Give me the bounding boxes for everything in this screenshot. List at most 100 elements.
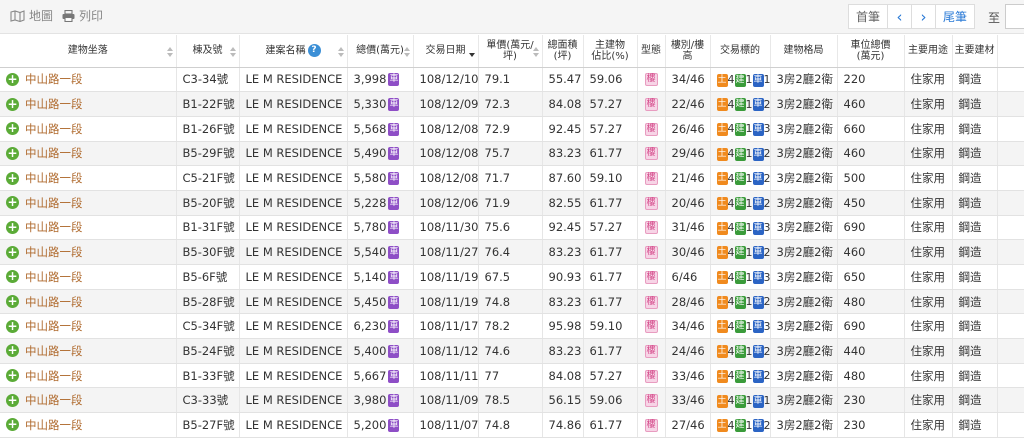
- goto-page-input[interactable]: [1005, 4, 1024, 29]
- col-parking-price[interactable]: 車位總價 (萬元): [837, 35, 905, 68]
- address-cell[interactable]: + 中山路一段: [6, 392, 175, 408]
- address-cell[interactable]: + 中山路一段: [6, 343, 175, 359]
- building-badge: 建: [734, 73, 746, 87]
- address-cell[interactable]: + 中山路一段: [6, 417, 175, 433]
- expand-plus-icon[interactable]: +: [6, 369, 19, 383]
- parking-badge: 車: [752, 394, 764, 408]
- sort-icon: [532, 47, 539, 57]
- expand-plus-icon[interactable]: +: [6, 220, 19, 234]
- col-date[interactable]: 交易日期: [413, 35, 479, 68]
- address-cell[interactable]: + 中山路一段: [6, 294, 175, 310]
- floor-cell: 6/46: [671, 269, 698, 284]
- table-row[interactable]: + 中山路一段 B5-20F號 LE M RESIDENCE 5,228 車 108/12/…: [0, 190, 1024, 216]
- table-row[interactable]: + 中山路一段 B5-6F號 LE M RESIDENCE 5,140 車 108/11/1…: [0, 264, 1024, 290]
- table-row[interactable]: + 中山路一段 C3-33號 LE M RESIDENCE 3,980 車 108/11/0…: [0, 387, 1024, 414]
- col-extra: [997, 35, 1024, 68]
- col-unit-price[interactable]: 單價(萬元/坪): [478, 35, 543, 68]
- parking-price-cell: 480: [843, 368, 866, 383]
- col-tx-target[interactable]: 交易標的: [710, 35, 771, 68]
- expand-plus-icon[interactable]: +: [6, 393, 19, 407]
- project-cell: LE M RESIDENCE: [245, 368, 343, 383]
- col-address[interactable]: 建物坐落: [0, 35, 177, 68]
- table-row[interactable]: + 中山路一段 B5-28F號 LE M RESIDENCE 5,450 車 108/11/…: [0, 289, 1024, 315]
- table-row[interactable]: + 中山路一段 C3-34號 LE M RESIDENCE 3,998 車 108/12/1…: [0, 67, 1024, 93]
- address-cell[interactable]: + 中山路一段: [6, 195, 175, 211]
- col-floor[interactable]: 樓別/樓高: [665, 35, 711, 68]
- building-badge: 建: [734, 122, 746, 136]
- col-layout[interactable]: 建物格局: [770, 35, 838, 68]
- expand-plus-icon[interactable]: +: [6, 72, 19, 86]
- table-row[interactable]: + 中山路一段 B1-33F號 LE M RESIDENCE 5,667 車 108/11/…: [0, 363, 1024, 389]
- address-cell[interactable]: + 中山路一段: [6, 121, 175, 137]
- col-area[interactable]: 總面積 (坪): [542, 35, 584, 68]
- address-cell[interactable]: + 中山路一段: [6, 170, 175, 186]
- expand-plus-icon[interactable]: +: [6, 344, 19, 358]
- address-cell[interactable]: + 中山路一段: [6, 71, 175, 87]
- help-icon[interactable]: ?: [307, 44, 321, 58]
- address-cell[interactable]: + 中山路一段: [6, 219, 175, 235]
- usage-cell: 住家用: [910, 121, 946, 136]
- total-price-cell: 3,998: [353, 72, 387, 87]
- expand-plus-icon[interactable]: +: [6, 146, 19, 160]
- next-page-icon[interactable]: ›: [911, 4, 936, 29]
- col-material[interactable]: 主要建材: [952, 35, 998, 68]
- expand-plus-icon[interactable]: +: [6, 270, 19, 284]
- table-row[interactable]: + 中山路一段 B5-29F號 LE M RESIDENCE 5,490 車 108/12/…: [0, 141, 1024, 167]
- building-badge: 建: [734, 246, 746, 260]
- parking-included-badge: 車: [388, 98, 400, 112]
- address-cell[interactable]: + 中山路一段: [6, 318, 175, 334]
- table-row[interactable]: + 中山路一段 B5-30F號 LE M RESIDENCE 5,540 車 108/11/…: [0, 239, 1024, 265]
- expand-plus-icon[interactable]: +: [6, 295, 19, 309]
- address-cell[interactable]: + 中山路一段: [6, 145, 175, 161]
- expand-plus-icon[interactable]: +: [6, 171, 19, 185]
- expand-plus-icon[interactable]: +: [6, 196, 19, 210]
- layout-cell: 3房2廳2衛: [776, 319, 833, 334]
- layout-cell: 3房2廳2衛: [776, 343, 833, 358]
- table-row[interactable]: + 中山路一段 B1-31F號 LE M RESIDENCE 5,780 車 108/11/…: [0, 215, 1024, 241]
- unit-cell: C3-34號: [182, 72, 229, 87]
- parking-price-cell: 460: [843, 245, 866, 260]
- col-type[interactable]: 型態: [637, 35, 666, 68]
- print-button[interactable]: 列印: [62, 9, 103, 23]
- col-usage[interactable]: 主要用途: [904, 35, 953, 68]
- parking-price-cell: 690: [843, 220, 866, 235]
- col-main-ratio[interactable]: 主建物 佔比(%): [583, 35, 638, 68]
- layout-cell: 3房2廳2衛: [776, 417, 833, 432]
- parking-price-cell: 440: [843, 343, 866, 358]
- address-cell[interactable]: + 中山路一段: [6, 96, 175, 112]
- address-cell[interactable]: + 中山路一段: [6, 244, 175, 260]
- table-row[interactable]: + 中山路一段 B5-24F號 LE M RESIDENCE 5,400 車 108/11/…: [0, 338, 1024, 364]
- first-page-button[interactable]: 首筆: [848, 4, 888, 29]
- building-badge: 建: [734, 394, 746, 408]
- expand-plus-icon[interactable]: +: [6, 418, 19, 432]
- table-row[interactable]: + 中山路一段 B1-22F號 LE M RESIDENCE 5,330 車 108/12/…: [0, 91, 1024, 117]
- unit-price-cell: 71.9: [484, 195, 511, 210]
- col-total-price[interactable]: 總價(萬元): [347, 35, 414, 68]
- expand-plus-icon[interactable]: +: [6, 245, 19, 259]
- expand-plus-icon[interactable]: +: [6, 319, 19, 333]
- main-ratio-cell: 61.77: [589, 146, 623, 161]
- land-badge: 土: [716, 394, 728, 408]
- main-ratio-cell: 57.27: [589, 368, 623, 383]
- parking-price-cell: 650: [843, 269, 866, 284]
- floor-cell: 27/46: [671, 417, 705, 432]
- table-row[interactable]: + 中山路一段 B1-26F號 LE M RESIDENCE 5,568 車 108/12/…: [0, 116, 1024, 142]
- prev-page-icon[interactable]: ‹: [887, 4, 912, 29]
- parking-price-cell: 230: [843, 417, 866, 432]
- table-row[interactable]: + 中山路一段 C5-34F號 LE M RESIDENCE 6,230 車 108/11/…: [0, 313, 1024, 340]
- last-page-button[interactable]: 尾筆: [935, 4, 975, 29]
- expand-plus-icon[interactable]: +: [6, 122, 19, 136]
- address-cell[interactable]: + 中山路一段: [6, 368, 175, 384]
- parking-included-badge: 車: [388, 320, 400, 334]
- parking-included-badge: 車: [388, 344, 400, 358]
- col-project[interactable]: 建案名稱?: [239, 35, 348, 68]
- map-button[interactable]: 地圖: [10, 9, 53, 23]
- table-row[interactable]: + 中山路一段 B5-27F號 LE M RESIDENCE 5,200 車 108/11/…: [0, 412, 1024, 438]
- unit-cell: C5-21F號: [182, 171, 235, 186]
- address-cell[interactable]: + 中山路一段: [6, 269, 175, 285]
- main-ratio-cell: 57.27: [589, 121, 623, 136]
- table-row[interactable]: + 中山路一段 C5-21F號 LE M RESIDENCE 5,580 車 108/12/…: [0, 165, 1024, 191]
- expand-plus-icon[interactable]: +: [6, 97, 19, 111]
- parking-included-badge: 車: [388, 172, 400, 186]
- col-unit[interactable]: 棟及號: [176, 35, 240, 68]
